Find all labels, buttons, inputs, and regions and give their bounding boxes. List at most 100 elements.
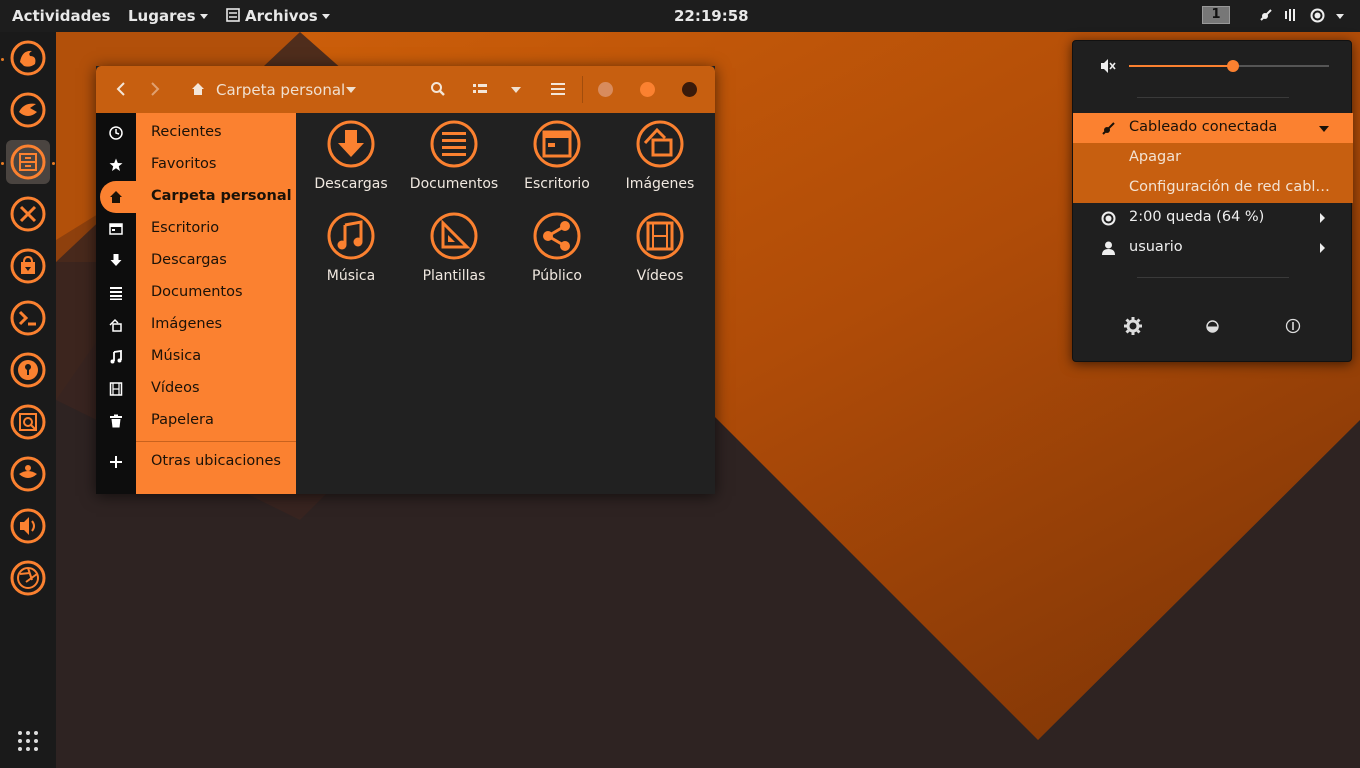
settings-gear-icon[interactable]	[1124, 317, 1142, 335]
sidebar-item-label: Papelera	[151, 412, 214, 428]
dock-thunderbird[interactable]	[6, 88, 50, 132]
sidebar-item-escritorio[interactable]: Escritorio	[96, 213, 296, 245]
videos-icon	[109, 382, 123, 396]
back-icon[interactable]	[114, 81, 128, 97]
star-icon	[109, 158, 123, 171]
forward-icon[interactable]	[148, 81, 162, 97]
dock-tools[interactable]	[6, 192, 50, 236]
app-menu[interactable]: Archivos	[226, 7, 330, 25]
volume-slider-fill	[1129, 65, 1233, 67]
download-icon	[110, 254, 122, 266]
chevron-down-icon	[321, 14, 330, 19]
network-settings-item[interactable]: Configuración de red cabl…	[1073, 173, 1353, 203]
menu-icon[interactable]	[551, 83, 565, 95]
search-icon[interactable]	[430, 81, 446, 97]
desktop-icon	[109, 223, 123, 235]
sidebar-item-musica[interactable]: Música	[96, 341, 296, 373]
network-wired-item[interactable]: Cableado conectada	[1073, 113, 1353, 143]
battery-item[interactable]: 2:00 queda (64 %)	[1073, 203, 1353, 233]
info-icon[interactable]	[1285, 318, 1301, 334]
close-button[interactable]	[682, 82, 697, 97]
folder-item-videos[interactable]: Vídeos	[610, 211, 710, 285]
sidebar-item-label: Otras ubicaciones	[151, 453, 281, 469]
app-menu-label: Archivos	[245, 7, 318, 25]
gimp-icon	[10, 456, 46, 492]
sidebar-separator	[136, 441, 296, 442]
sidebar-item-descargas[interactable]: Descargas	[96, 245, 296, 277]
system-menu: Cableado conectada Apagar Configuración …	[1072, 40, 1353, 362]
battery-icon	[1101, 211, 1116, 226]
desktop-folder-icon	[533, 120, 581, 168]
sidebar-item-documentos[interactable]: Documentos	[96, 277, 296, 309]
folder-item-plantillas[interactable]: Plantillas	[404, 211, 504, 285]
volume-slider-handle[interactable]	[1227, 60, 1239, 72]
folder-item-escritorio[interactable]: Escritorio	[507, 119, 607, 193]
sidebar-item-label: Carpeta personal	[151, 188, 292, 204]
volume-icon[interactable]	[1284, 8, 1298, 22]
sidebar-item-favoritos[interactable]: Favoritos	[96, 149, 296, 181]
path-bar-label[interactable]: Carpeta personal	[216, 81, 345, 99]
dock-keyring[interactable]	[6, 348, 50, 392]
sidebar-item-papelera[interactable]: Papelera	[96, 405, 296, 437]
plus-icon	[110, 456, 122, 468]
sidebar-item-recientes[interactable]: Recientes	[96, 117, 296, 149]
sidebar-item-label: Vídeos	[151, 380, 200, 396]
dock-sound[interactable]	[6, 504, 50, 548]
sidebar-item-label: Documentos	[151, 284, 243, 300]
files-icon	[10, 144, 46, 180]
image-viewer-icon	[10, 404, 46, 440]
dock-firefox[interactable]	[6, 36, 50, 80]
workspace-indicator[interactable]: 1	[1202, 6, 1230, 24]
network-off-label: Apagar	[1129, 149, 1182, 165]
sidebar-item-label: Favoritos	[151, 156, 217, 172]
folder-label: Vídeos	[636, 268, 684, 284]
dock-gimp[interactable]	[6, 452, 50, 496]
dock-files[interactable]	[6, 140, 50, 184]
user-item[interactable]: usuario	[1073, 233, 1353, 263]
folder-item-descargas[interactable]: Descargas	[301, 119, 401, 193]
chevron-down-icon[interactable]	[346, 87, 356, 93]
sidebar-item-carpeta-personal[interactable]: Carpeta personal	[96, 181, 296, 213]
folder-label: Imágenes	[625, 176, 695, 192]
lock-screen-icon[interactable]	[1206, 320, 1219, 333]
battery-icon[interactable]	[1310, 8, 1325, 23]
templates-folder-icon	[430, 212, 478, 260]
chevron-right-icon	[1320, 213, 1325, 223]
maximize-button[interactable]	[640, 82, 655, 97]
activities-button[interactable]: Actividades	[12, 7, 110, 25]
network-status-label: Cableado conectada	[1129, 119, 1278, 135]
sidebar-item-videos[interactable]: Vídeos	[96, 373, 296, 405]
dock-terminal[interactable]	[6, 296, 50, 340]
folder-view[interactable]: Descargas Documentos Escritorio Imágenes…	[296, 113, 715, 494]
sidebar-item-imagenes[interactable]: Imágenes	[96, 309, 296, 341]
folder-item-imagenes[interactable]: Imágenes	[610, 119, 710, 193]
network-off-item[interactable]: Apagar	[1073, 143, 1353, 173]
system-menu-arrow-icon[interactable]	[1336, 14, 1344, 19]
clock[interactable]: 22:19:58	[674, 7, 749, 25]
volume-muted-icon	[1101, 59, 1116, 73]
view-list-icon[interactable]	[473, 83, 487, 95]
home-icon	[110, 191, 122, 203]
chevron-down-icon	[1319, 126, 1329, 132]
documents-folder-icon	[430, 120, 478, 168]
firefox-icon	[10, 40, 46, 76]
dock-software[interactable]	[6, 244, 50, 288]
folder-item-musica[interactable]: Música	[301, 211, 401, 285]
dock-aperture[interactable]	[6, 556, 50, 600]
dock-image-viewer[interactable]	[6, 400, 50, 444]
volume-slider[interactable]	[1129, 60, 1329, 72]
music-icon	[110, 350, 122, 364]
network-wired-icon[interactable]	[1259, 8, 1273, 22]
header-bar: Carpeta personal	[96, 66, 715, 113]
header-separator	[582, 76, 583, 103]
minimize-button[interactable]	[598, 82, 613, 97]
folder-item-documentos[interactable]: Documentos	[404, 119, 504, 193]
show-apps-icon[interactable]	[17, 730, 39, 752]
user-icon	[1102, 241, 1115, 255]
menu-separator	[1137, 97, 1289, 98]
view-options-arrow-icon[interactable]	[511, 87, 521, 93]
pictures-icon	[109, 318, 122, 332]
places-menu[interactable]: Lugares	[128, 7, 208, 25]
folder-item-publico[interactable]: Público	[507, 211, 607, 285]
sidebar-item-otras-ubicaciones[interactable]: Otras ubicaciones	[96, 446, 296, 478]
